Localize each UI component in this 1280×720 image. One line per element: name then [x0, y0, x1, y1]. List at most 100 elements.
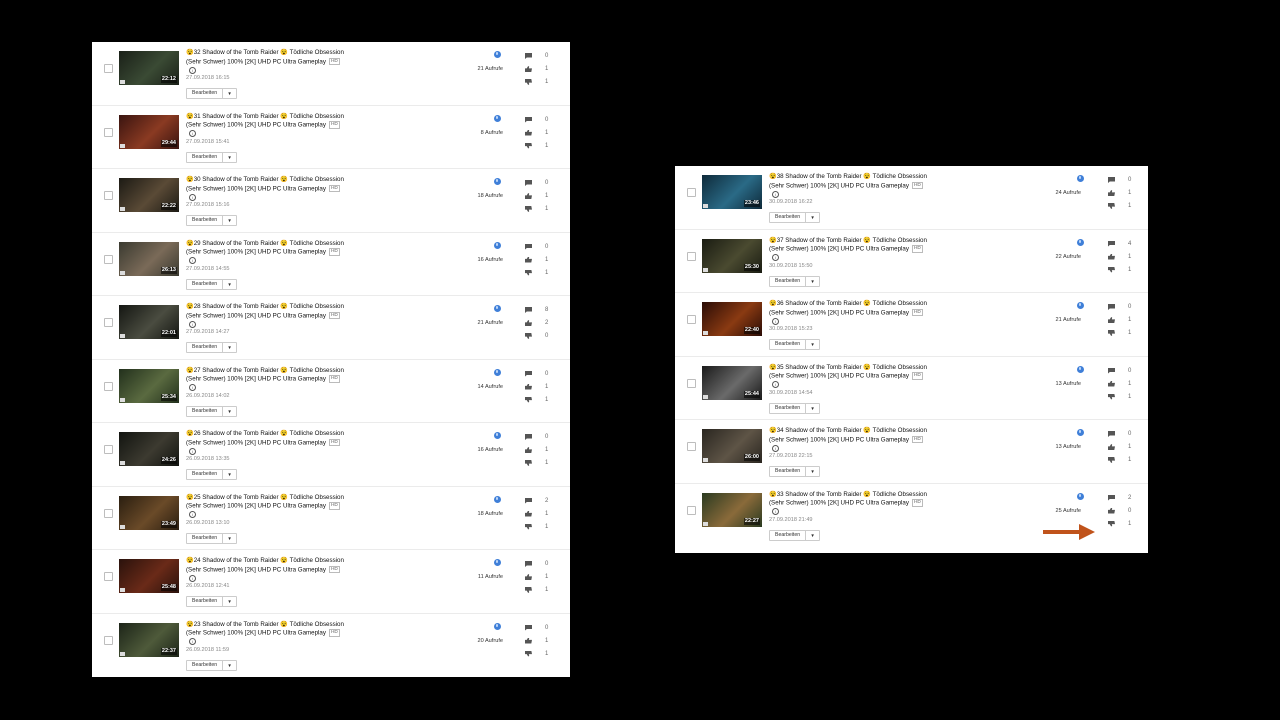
video-thumbnail[interactable]: 23:46	[702, 175, 762, 209]
edit-button[interactable]: Bearbeiten	[187, 406, 224, 416]
video-title[interactable]: 😵26 Shadow of the Tomb Raider 😵 Tödliche…	[186, 430, 344, 446]
select-checkbox[interactable]	[104, 64, 113, 73]
select-checkbox[interactable]	[687, 251, 696, 261]
video-title[interactable]: 😵23 Shadow of the Tomb Raider 😵 Tödliche…	[186, 621, 344, 637]
edit-button[interactable]: Bearbeiten	[770, 340, 807, 349]
video-thumbnail[interactable]: 25:48	[119, 559, 179, 593]
chevron-down-icon[interactable]: ▼	[223, 343, 236, 352]
info-icon[interactable]: i	[189, 66, 196, 74]
video-thumbnail[interactable]: 29:44	[119, 114, 179, 149]
info-icon[interactable]: i	[189, 384, 196, 392]
edit-button[interactable]: Bearbeiten	[770, 403, 807, 413]
video-thumbnail[interactable]: 22:01	[119, 305, 179, 339]
edit-button[interactable]: Bearbeiten	[187, 597, 224, 606]
video-title[interactable]: 😵28 Shadow of the Tomb Raider 😵 Tödliche…	[186, 303, 344, 319]
info-icon[interactable]: i	[772, 381, 779, 389]
edit-button[interactable]: Bearbeiten	[187, 660, 224, 670]
info-icon[interactable]: i	[189, 193, 196, 201]
video-title[interactable]: 😵38 Shadow of the Tomb Raider 😵 Tödliche…	[769, 173, 927, 189]
edit-button[interactable]: Bearbeiten	[187, 533, 224, 543]
chevron-down-icon[interactable]: ▼	[806, 467, 819, 476]
edit-button[interactable]: Bearbeiten	[187, 470, 224, 479]
video-title[interactable]: 😵30 Shadow of the Tomb Raider 😵 Tödliche…	[186, 176, 344, 192]
chevron-down-icon[interactable]: ▼	[806, 213, 819, 222]
select-checkbox[interactable]	[687, 378, 696, 388]
video-title[interactable]: 😵29 Shadow of the Tomb Raider 😵 Tödliche…	[186, 240, 344, 256]
video-thumbnail[interactable]: 24:26	[119, 432, 179, 466]
info-icon[interactable]: i	[189, 130, 196, 138]
video-title[interactable]: 😵31 Shadow of the Tomb Raider 😵 Tödliche…	[186, 113, 344, 129]
info-icon[interactable]: i	[189, 511, 196, 519]
chevron-down-icon[interactable]: ▼	[223, 597, 236, 606]
chevron-down-icon[interactable]: ▼	[806, 404, 819, 413]
like-count: 1	[545, 574, 549, 580]
video-thumbnail[interactable]: 25:30	[702, 238, 762, 273]
video-title[interactable]: 😵25 Shadow of the Tomb Raider 😵 Tödliche…	[186, 494, 344, 510]
video-thumbnail[interactable]: 26:00	[702, 429, 762, 463]
info-icon[interactable]: i	[189, 320, 196, 328]
info-icon[interactable]: i	[189, 638, 196, 646]
chevron-down-icon[interactable]: ▼	[223, 153, 236, 162]
video-title[interactable]: 😵32 Shadow of the Tomb Raider 😵 Tödliche…	[186, 49, 344, 65]
info-icon[interactable]: i	[772, 317, 779, 325]
video-thumbnail[interactable]: 22:27	[702, 492, 762, 527]
video-thumbnail[interactable]: 22:37	[119, 622, 179, 657]
chevron-down-icon[interactable]: ▼	[806, 340, 819, 349]
video-title[interactable]: 😵33 Shadow of the Tomb Raider 😵 Tödliche…	[769, 491, 927, 507]
video-title[interactable]: 😵27 Shadow of the Tomb Raider 😵 Tödliche…	[186, 367, 344, 383]
info-icon[interactable]: i	[189, 447, 196, 455]
select-checkbox[interactable]	[104, 381, 113, 391]
chevron-down-icon[interactable]: ▼	[223, 216, 236, 225]
info-icon[interactable]: i	[772, 508, 779, 516]
edit-button[interactable]: Bearbeiten	[187, 216, 224, 225]
info-icon[interactable]: i	[772, 190, 779, 198]
select-checkbox[interactable]	[687, 442, 696, 451]
select-checkbox[interactable]	[104, 191, 113, 200]
select-checkbox[interactable]	[104, 318, 113, 327]
edit-button[interactable]: Bearbeiten	[770, 530, 807, 540]
video-title[interactable]: 😵24 Shadow of the Tomb Raider 😵 Tödliche…	[186, 557, 344, 573]
chevron-down-icon[interactable]: ▼	[223, 534, 236, 543]
video-thumbnail[interactable]: 23:49	[119, 495, 179, 530]
info-icon[interactable]: i	[772, 254, 779, 262]
select-checkbox[interactable]	[104, 572, 113, 581]
video-thumbnail[interactable]: 22:12	[119, 51, 179, 85]
select-checkbox[interactable]	[104, 635, 113, 645]
select-checkbox[interactable]	[687, 505, 696, 515]
edit-button-group: Bearbeiten ▼	[186, 151, 238, 163]
thumbs-down-icon	[525, 650, 532, 657]
edit-button-group: Bearbeiten ▼	[769, 339, 821, 350]
video-thumbnail[interactable]: 25:44	[702, 365, 762, 400]
chevron-down-icon[interactable]: ▼	[223, 407, 236, 416]
video-thumbnail[interactable]: 25:34	[119, 368, 179, 403]
select-checkbox[interactable]	[687, 315, 696, 324]
info-icon[interactable]: i	[772, 444, 779, 452]
chevron-down-icon[interactable]: ▼	[223, 470, 236, 479]
chevron-down-icon[interactable]: ▼	[806, 531, 819, 540]
edit-button[interactable]: Bearbeiten	[187, 279, 224, 289]
chevron-down-icon[interactable]: ▼	[223, 661, 236, 670]
chevron-down-icon[interactable]: ▼	[806, 277, 819, 286]
edit-button[interactable]: Bearbeiten	[187, 152, 224, 162]
edit-button[interactable]: Bearbeiten	[770, 467, 807, 476]
video-thumbnail[interactable]: 22:22	[119, 178, 179, 212]
select-checkbox[interactable]	[104, 254, 113, 264]
edit-button[interactable]: Bearbeiten	[187, 343, 224, 352]
edit-button[interactable]: Bearbeiten	[770, 276, 807, 286]
video-thumbnail[interactable]: 26:13	[119, 241, 179, 276]
video-title[interactable]: 😵35 Shadow of the Tomb Raider 😵 Tödliche…	[769, 364, 927, 380]
info-icon[interactable]: i	[189, 574, 196, 582]
video-thumbnail[interactable]: 22:40	[702, 302, 762, 336]
video-title[interactable]: 😵34 Shadow of the Tomb Raider 😵 Tödliche…	[769, 427, 927, 443]
chevron-down-icon[interactable]: ▼	[223, 280, 236, 289]
select-checkbox[interactable]	[104, 445, 113, 454]
video-title[interactable]: 😵36 Shadow of the Tomb Raider 😵 Tödliche…	[769, 300, 927, 316]
select-checkbox[interactable]	[104, 127, 113, 137]
edit-button[interactable]: Bearbeiten	[770, 213, 807, 222]
video-title[interactable]: 😵37 Shadow of the Tomb Raider 😵 Tödliche…	[769, 237, 927, 253]
info-icon[interactable]: i	[189, 257, 196, 265]
edit-button[interactable]: Bearbeiten	[187, 89, 224, 98]
chevron-down-icon[interactable]: ▼	[223, 89, 236, 98]
select-checkbox[interactable]	[104, 508, 113, 518]
select-checkbox[interactable]	[687, 188, 696, 197]
